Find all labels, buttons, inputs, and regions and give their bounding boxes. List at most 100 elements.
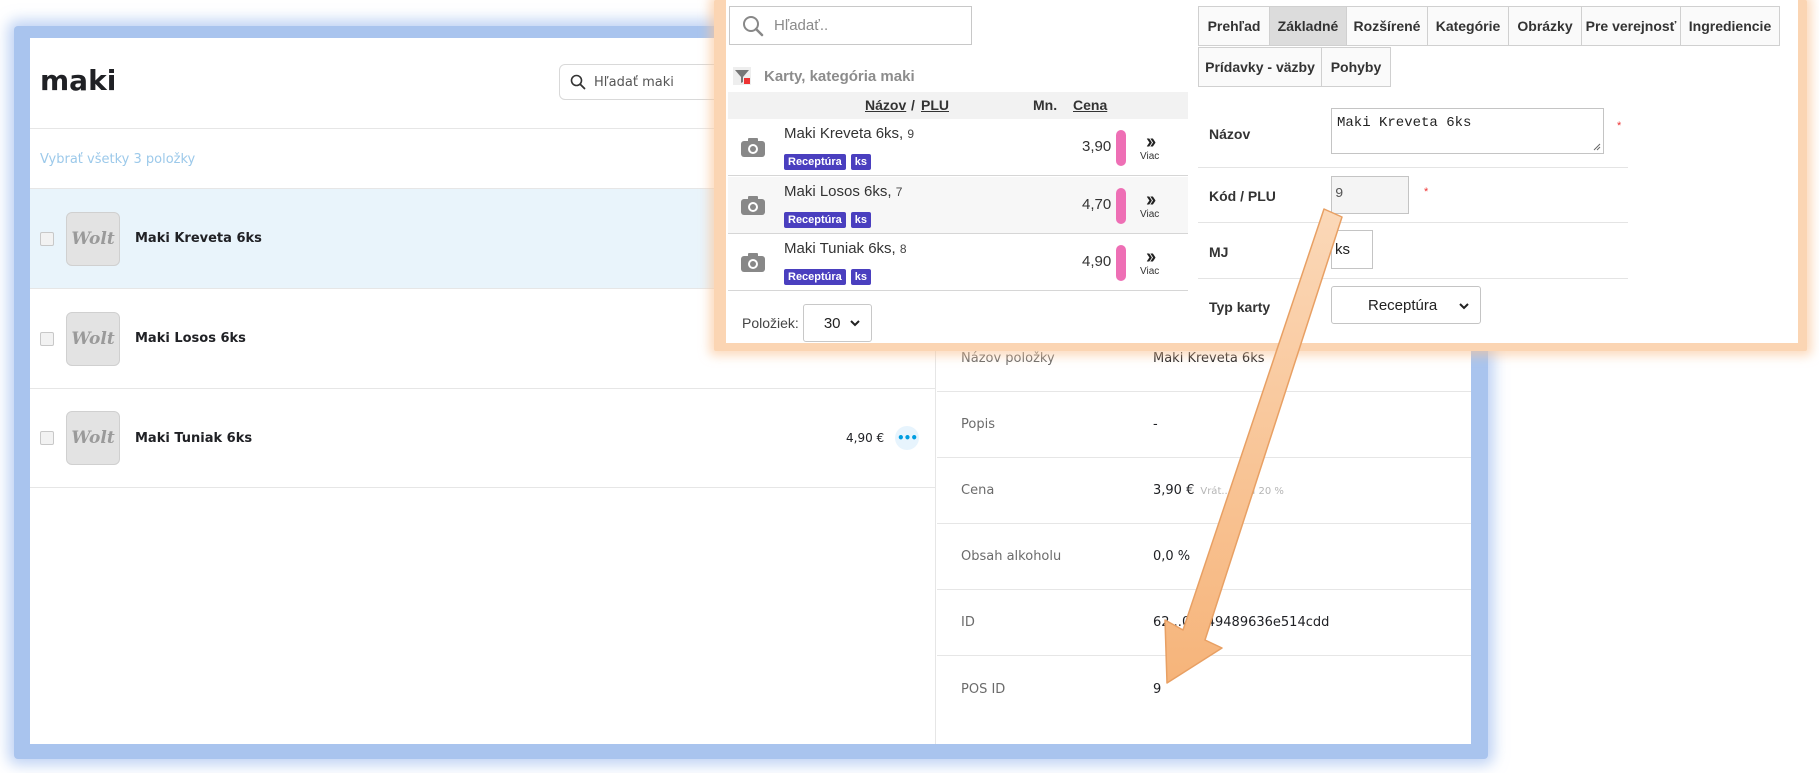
product-plu: 8 <box>899 242 907 256</box>
type-badge: Receptúra <box>784 212 846 228</box>
more-button[interactable]: ›› Viac <box>1140 189 1160 220</box>
item-thumbnail: Wolt <box>66 211 120 266</box>
required-mark: * <box>1424 186 1429 198</box>
badge-group: Receptúra ks <box>784 154 872 170</box>
tab-basic[interactable]: Základné <box>1269 6 1347 46</box>
product-title: Maki Tuniak 6ks, <box>784 240 896 257</box>
sort-by-name[interactable]: Názov <box>865 97 906 113</box>
color-marker <box>1116 245 1126 281</box>
detail-row-id: ID 62...0b749489636e514cdd <box>937 590 1471 656</box>
search-icon <box>570 74 586 90</box>
detail-value: 62...0b749489636e514cdd <box>1153 615 1330 630</box>
type-badge: Receptúra <box>784 154 846 170</box>
card-type-label: Typ karty <box>1209 299 1271 315</box>
detail-value: 9 <box>1153 681 1162 697</box>
name-value: Maki Kreveta 6ks <box>1337 115 1472 131</box>
page-size-value: 30 <box>823 314 841 332</box>
table-row[interactable]: Maki Tuniak 6ks, 8 Receptúra ks 4,90 ›› V… <box>728 234 1188 291</box>
column-qty: Mn. <box>1033 97 1058 113</box>
unit-input[interactable]: ks <box>1331 230 1373 269</box>
item-checkbox[interactable] <box>40 231 54 246</box>
unit-badge: ks <box>850 269 872 285</box>
chevron-down-icon <box>850 320 860 327</box>
item-thumbnail: Wolt <box>66 411 120 465</box>
type-badge: Receptúra <box>784 269 846 285</box>
detail-label: Názov položky <box>961 351 1055 366</box>
table-row[interactable]: Maki Kreveta 6ks, 9 Receptúra ks 3,90 ››… <box>728 119 1188 176</box>
item-checkbox[interactable] <box>40 331 54 346</box>
tab-addons[interactable]: Prídavky - väzby <box>1198 47 1322 87</box>
pos-search-input[interactable]: Hľadať.. <box>729 6 972 45</box>
sort-by-price[interactable]: Cena <box>1073 97 1107 113</box>
card-type-select[interactable]: Receptúra <box>1331 286 1481 324</box>
detail-value: Maki Kreveta 6ks <box>1153 351 1265 366</box>
detail-row-price: Cena 3,90 € Vrát... DPH 20 % <box>937 458 1471 524</box>
pos-panel: Hľadať.. Karty, kategória maki Názov / P… <box>726 0 1798 343</box>
more-label: Viac <box>1140 266 1160 277</box>
detail-row-pos-id: POS ID 9 <box>937 656 1471 722</box>
sort-by-plu[interactable]: PLU <box>921 97 949 113</box>
product-title: Maki Losos 6ks, <box>784 183 892 200</box>
search-placeholder: Hľadať.. <box>774 17 829 34</box>
unit-badge: ks <box>850 154 872 170</box>
list-item[interactable]: Wolt Maki Tuniak 6ks 4,90 € ••• <box>30 388 936 488</box>
plu-value: 9 <box>1335 186 1344 202</box>
detail-value: 0,0 % <box>1153 549 1191 564</box>
more-button[interactable]: ›› Viac <box>1140 247 1160 277</box>
chevron-down-icon <box>1459 303 1469 310</box>
tab-images[interactable]: Obrázky <box>1508 6 1582 46</box>
detail-row-alcohol: Obsah alkoholu 0,0 % <box>937 524 1471 590</box>
more-label: Viac <box>1140 151 1160 162</box>
more-options-button[interactable]: ••• <box>895 426 919 450</box>
double-chevron-icon: ›› <box>1145 131 1156 153</box>
plu-input[interactable]: 9 <box>1331 176 1409 214</box>
item-name: Maki Losos 6ks <box>135 331 246 346</box>
vat-note: Vrát... DPH 20 % <box>1200 486 1284 497</box>
tab-advanced[interactable]: Rozšírené <box>1346 6 1428 46</box>
page-size-select[interactable]: 30 <box>802 304 872 342</box>
more-label: Viac <box>1140 209 1160 220</box>
unit-badge: ks <box>850 212 872 228</box>
unit-label: MJ <box>1209 244 1229 260</box>
page-title: maki <box>40 64 117 97</box>
search-icon <box>743 15 764 36</box>
table-row[interactable]: Maki Losos 6ks, 7 Receptúra ks 4,70 ›› Vi… <box>728 177 1188 234</box>
more-button[interactable]: ›› Viac <box>1140 131 1160 162</box>
tab-movements[interactable]: Pohyby <box>1321 47 1391 87</box>
item-checkbox[interactable] <box>40 431 54 445</box>
product-title: Maki Kreveta 6ks, <box>784 125 904 142</box>
form-row-unit: MJ ks <box>1198 223 1628 279</box>
badge-group: Receptúra ks <box>784 212 872 228</box>
search-placeholder: Hľadať maki <box>594 74 674 90</box>
card-type-value: Receptúra <box>1368 297 1438 314</box>
filter-icon <box>732 66 752 86</box>
badge-group: Receptúra ks <box>784 269 872 285</box>
price-value: 3,90 € <box>1153 483 1195 498</box>
name-textarea[interactable]: Maki Kreveta 6ks <box>1331 108 1604 154</box>
camera-icon[interactable] <box>740 250 766 274</box>
form-row-plu: Kód / PLU 9 * <box>1198 168 1628 223</box>
color-marker <box>1116 130 1126 166</box>
item-price: 4,90 € <box>846 431 885 445</box>
unit-value: ks <box>1335 241 1350 258</box>
camera-icon[interactable] <box>740 135 766 159</box>
required-mark: * <box>1617 120 1622 132</box>
product-plu: 7 <box>895 185 903 199</box>
double-chevron-icon: ›› <box>1145 189 1156 211</box>
name-label: Názov <box>1209 126 1251 142</box>
color-marker <box>1116 188 1126 224</box>
product-name: Maki Kreveta 6ks, 9 <box>784 125 914 142</box>
item-name: Maki Tuniak 6ks <box>135 430 253 446</box>
tab-ingredients[interactable]: Ingrediencie <box>1680 6 1780 46</box>
resize-handle-icon[interactable] <box>1593 143 1601 151</box>
tab-categories[interactable]: Kategórie <box>1427 6 1509 46</box>
tab-public[interactable]: Pre verejnosť <box>1581 6 1681 46</box>
column-separator: / <box>911 97 915 113</box>
select-all-link[interactable]: Vybrať všetky 3 položky <box>40 152 195 167</box>
page-size-label: Položiek: <box>742 315 799 331</box>
detail-value: - <box>1153 417 1158 432</box>
tab-overview[interactable]: Prehľad <box>1198 6 1270 46</box>
product-name: Maki Losos 6ks, 7 <box>784 183 902 200</box>
item-detail-panel: Názov položky Maki Kreveta 6ks Popis - C… <box>937 326 1471 722</box>
camera-icon[interactable] <box>740 193 766 217</box>
